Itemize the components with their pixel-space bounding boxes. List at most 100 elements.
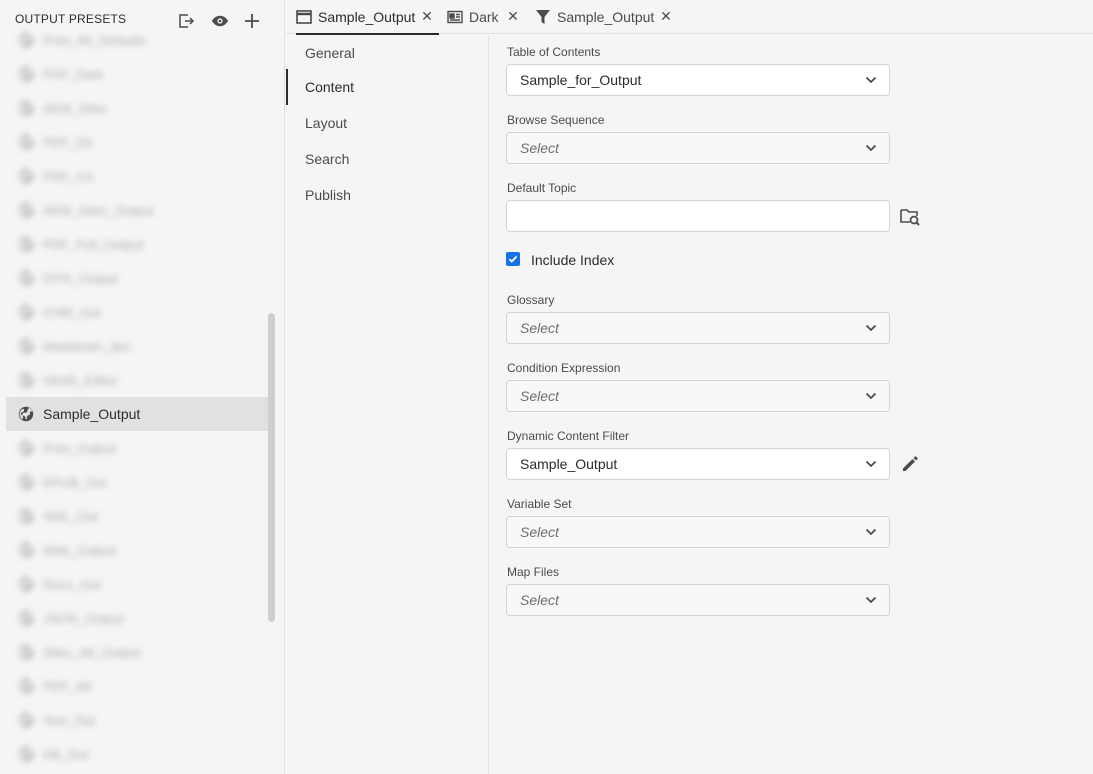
globe-icon <box>18 202 34 218</box>
preset-item[interactable]: PDF_Alt <box>6 669 268 703</box>
preset-item[interactable]: PDF_Dark <box>6 57 268 91</box>
preset-item-selected[interactable]: Sample_Output <box>6 397 268 431</box>
browse-sequence-dropdown[interactable]: Select <box>506 132 890 164</box>
chevron-down-icon <box>865 144 877 152</box>
glossary-label: Glossary <box>507 293 555 307</box>
preset-item[interactable]: Sites_Alt_Output <box>6 635 268 669</box>
preset-item[interactable]: Print_Output <box>6 431 268 465</box>
condition-expression-value: Select <box>520 388 559 404</box>
browse-folder-search-icon[interactable] <box>900 206 920 226</box>
globe-icon <box>18 372 34 388</box>
nav-layout[interactable]: Layout <box>286 105 489 141</box>
preset-item[interactable]: XML_Out <box>6 499 268 533</box>
preset-item[interactable]: PDF_Full_Output <box>6 227 268 261</box>
preset-item[interactable]: EPUB_Out <box>6 465 268 499</box>
globe-icon <box>18 542 34 558</box>
globe-icon <box>18 406 34 422</box>
preset-item[interactable]: Text_Out <box>6 703 268 737</box>
preset-label: Web_Output <box>43 542 116 558</box>
globe-icon <box>18 236 34 252</box>
close-icon[interactable]: ✕ <box>659 8 673 24</box>
toc-dropdown[interactable]: Sample_for_Output <box>506 64 890 96</box>
edit-pencil-icon[interactable] <box>900 454 920 474</box>
scrollbar[interactable] <box>268 313 275 622</box>
include-index-label: Include Index <box>531 252 615 268</box>
template-icon <box>447 10 463 24</box>
tab-filter-sample-output[interactable]: Sample_Output ✕ <box>535 0 675 34</box>
preset-label: Docx_Out <box>43 576 101 592</box>
output-presets-panel: OUTPUT PRESETS Print_All_Defaults PDF_Dar… <box>0 0 285 774</box>
globe-icon <box>18 100 34 116</box>
preset-label: PDF_Dit <box>43 134 93 150</box>
tab-dark[interactable]: Dark ✕ <box>447 0 527 34</box>
preset-item[interactable]: DITA_Output <box>6 261 268 295</box>
variable-set-label: Variable Set <box>507 497 572 511</box>
preset-item[interactable]: PDF_Cd <box>6 159 268 193</box>
default-topic-input[interactable] <box>506 200 890 232</box>
default-topic-label: Default Topic <box>507 181 577 195</box>
preset-label: CHM_Out <box>43 304 101 320</box>
tab-label: Dark <box>469 9 499 25</box>
nav-general[interactable]: General <box>286 35 489 71</box>
tab-sample-output[interactable]: Sample_Output ✕ <box>296 0 439 35</box>
close-icon[interactable]: ✕ <box>420 8 434 24</box>
preset-label: Html5_Editor <box>43 372 119 388</box>
preset-label: PDF_Cd <box>43 168 93 184</box>
preset-label: EPUB_Out <box>43 474 107 490</box>
globe-icon <box>18 576 34 592</box>
preset-item[interactable]: Markdown_doc <box>6 329 268 363</box>
map-files-value: Select <box>520 592 559 608</box>
condition-expression-dropdown[interactable]: Select <box>506 380 890 412</box>
preset-item[interactable]: Print_All_Defaults <box>6 23 268 57</box>
preset-label: XML_Out <box>43 508 98 524</box>
content-settings-form: Table of Contents Sample_for_Output Brow… <box>490 35 1093 774</box>
preset-item[interactable]: CHM_Out <box>6 295 268 329</box>
dynamic-content-filter-value: Sample_Output <box>520 456 618 472</box>
close-icon[interactable]: ✕ <box>506 8 520 24</box>
globe-icon <box>18 474 34 490</box>
preset-label: Sample_Output <box>43 406 141 422</box>
variable-set-dropdown[interactable]: Select <box>506 516 890 548</box>
preset-item[interactable]: PDF_Dit <box>6 125 268 159</box>
preset-item[interactable]: Web_Output <box>6 533 268 567</box>
preset-item[interactable]: Html5_Editor <box>6 363 268 397</box>
preset-item[interactable]: AEM_Sites <box>6 91 268 125</box>
browse-sequence-label: Browse Sequence <box>507 113 605 127</box>
globe-icon <box>18 168 34 184</box>
dynamic-content-filter-dropdown[interactable]: Sample_Output <box>506 448 890 480</box>
chevron-down-icon <box>865 460 877 468</box>
nav-publish[interactable]: Publish <box>286 177 489 213</box>
tab-bar: Sample_Output ✕ Dark ✕ Sample_Output ✕ <box>286 0 1093 35</box>
preset-label: PDF_Full_Output <box>43 236 144 252</box>
globe-icon <box>18 134 34 150</box>
globe-icon <box>18 508 34 524</box>
map-files-label: Map Files <box>507 565 560 579</box>
preset-label: KB_Out <box>43 746 89 762</box>
preset-label: PDF_Alt <box>43 678 92 694</box>
glossary-dropdown[interactable]: Select <box>506 312 890 344</box>
preset-item[interactable]: JSON_Output <box>6 601 268 635</box>
include-index-checkbox[interactable] <box>506 252 520 266</box>
preset-label: AEM_Sites_Output <box>43 202 154 218</box>
chevron-down-icon <box>865 528 877 536</box>
preset-label: Text_Out <box>43 712 96 728</box>
toc-value: Sample_for_Output <box>520 72 642 88</box>
globe-icon <box>18 440 34 456</box>
checkmark-icon <box>508 255 518 263</box>
globe-icon <box>18 338 34 354</box>
nav-content[interactable]: Content <box>286 69 489 105</box>
preset-item[interactable]: Docx_Out <box>6 567 268 601</box>
globe-icon <box>18 712 34 728</box>
dynamic-content-filter-label: Dynamic Content Filter <box>507 429 630 443</box>
preset-label: Sites_Alt_Output <box>43 644 141 660</box>
preset-item[interactable]: KB_Out <box>6 737 268 771</box>
preset-label: Markdown_doc <box>43 338 132 354</box>
variable-set-value: Select <box>520 524 559 540</box>
preset-list: Print_All_Defaults PDF_Dark AEM_Sites PDF_D… <box>6 24 268 771</box>
nav-search[interactable]: Search <box>286 141 489 177</box>
globe-icon <box>18 270 34 286</box>
map-files-dropdown[interactable]: Select <box>506 584 890 616</box>
preset-label: DITA_Output <box>43 270 118 286</box>
preset-item[interactable]: AEM_Sites_Output <box>6 193 268 227</box>
chevron-down-icon <box>865 392 877 400</box>
